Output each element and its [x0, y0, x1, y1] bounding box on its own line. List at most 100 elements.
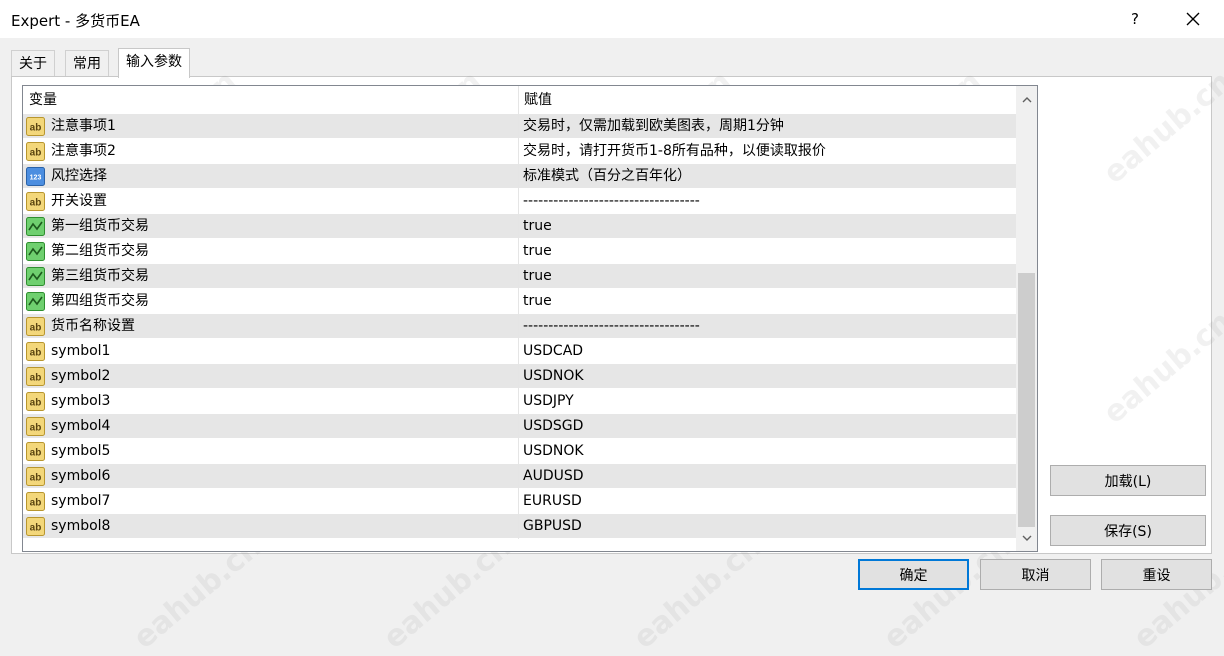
svg-text:ab: ab	[30, 348, 42, 359]
tab-about[interactable]: 关于	[11, 50, 55, 77]
header-value[interactable]: 赋值	[524, 86, 552, 114]
table-row[interactable]: ab symbol4 USDSGD	[23, 414, 1016, 439]
param-name: 第二组货币交易	[51, 243, 149, 259]
svg-text:ab: ab	[30, 398, 42, 409]
param-value[interactable]: USDNOK	[523, 364, 584, 389]
param-name: 第四组货币交易	[51, 293, 149, 309]
param-name: symbol3	[51, 393, 111, 409]
column-divider	[518, 414, 519, 439]
param-value[interactable]: GBPUSD	[523, 514, 582, 539]
svg-text:ab: ab	[30, 423, 42, 434]
ab-string-icon: ab	[26, 142, 45, 161]
param-value[interactable]: USDJPY	[523, 389, 574, 414]
table-row[interactable]: 第二组货币交易 true	[23, 239, 1016, 264]
param-value[interactable]: 交易时，仅需加载到欧美图表，周期1分钟	[523, 114, 784, 139]
table-row[interactable]: ab symbol2 USDNOK	[23, 364, 1016, 389]
help-button[interactable]: ?	[1110, 0, 1160, 38]
param-value[interactable]: -----------------------------------	[523, 314, 700, 339]
tab-inputs[interactable]: 输入参数	[118, 48, 190, 78]
ab-string-icon: ab	[26, 117, 45, 136]
table-row[interactable]: ab symbol1 USDCAD	[23, 339, 1016, 364]
cancel-button[interactable]: 取消	[980, 559, 1091, 590]
save-button[interactable]: 保存(S)	[1050, 515, 1206, 546]
table-row[interactable]: ab symbol5 USDNOK	[23, 439, 1016, 464]
param-name: symbol8	[51, 518, 111, 534]
ab-string-icon: ab	[26, 417, 45, 436]
scroll-thumb[interactable]	[1018, 273, 1035, 527]
param-name: symbol2	[51, 368, 111, 384]
ab-string-icon: ab	[26, 342, 45, 361]
param-name: 注意事项1	[51, 118, 116, 134]
column-divider	[518, 389, 519, 414]
ab-string-icon: ab	[26, 192, 45, 211]
help-icon: ?	[1131, 10, 1139, 28]
param-name: symbol4	[51, 418, 111, 434]
table-row[interactable]: ab symbol3 USDJPY	[23, 389, 1016, 414]
param-value[interactable]: EURUSD	[523, 489, 582, 514]
table-row[interactable]: 第一组货币交易 true	[23, 214, 1016, 239]
header-variable[interactable]: 变量	[29, 86, 57, 114]
param-name: symbol6	[51, 468, 111, 484]
column-divider	[518, 264, 519, 289]
load-button[interactable]: 加载(L)	[1050, 465, 1206, 496]
param-name: 注意事项2	[51, 143, 116, 159]
param-value[interactable]: USDSGD	[523, 414, 583, 439]
param-value[interactable]: -----------------------------------	[523, 189, 700, 214]
svg-text:ab: ab	[30, 198, 42, 209]
svg-text:ab: ab	[30, 498, 42, 509]
param-value[interactable]: true	[523, 214, 552, 239]
svg-text:ab: ab	[30, 148, 42, 159]
grid-header: 变量 赋值	[23, 86, 1016, 115]
svg-text:123: 123	[30, 175, 42, 182]
column-divider	[518, 439, 519, 464]
column-divider	[518, 114, 519, 139]
header-divider[interactable]	[518, 86, 519, 114]
param-value[interactable]: true	[523, 264, 552, 289]
param-value[interactable]: USDNOK	[523, 439, 584, 464]
bool-toggle-icon	[26, 217, 45, 236]
close-button[interactable]	[1165, 0, 1220, 38]
svg-text:ab: ab	[30, 448, 42, 459]
column-divider	[518, 214, 519, 239]
table-row[interactable]: ab 注意事项2 交易时，请打开货币1-8所有品种，以便读取报价	[23, 139, 1016, 164]
param-value[interactable]: AUDUSD	[523, 464, 584, 489]
reset-button[interactable]: 重设	[1101, 559, 1212, 590]
column-divider	[518, 289, 519, 314]
vertical-scrollbar[interactable]	[1016, 86, 1037, 551]
table-row[interactable]: 123 风控选择 标准模式（百分之百年化）	[23, 164, 1016, 189]
bool-toggle-icon	[26, 242, 45, 261]
param-value[interactable]: USDCAD	[523, 339, 583, 364]
param-value[interactable]: true	[523, 289, 552, 314]
param-value[interactable]: true	[523, 239, 552, 264]
param-value[interactable]: 交易时，请打开货币1-8所有品种，以便读取报价	[523, 139, 826, 164]
column-divider	[518, 139, 519, 164]
123-number-icon: 123	[26, 167, 45, 186]
table-row[interactable]: ab 货币名称设置 --------------------------------…	[23, 314, 1016, 339]
ok-button[interactable]: 确定	[858, 559, 969, 590]
input-parameters-grid[interactable]: 变量 赋值 ab 注意事项1 交易时，仅需加载到欧美图表，周期1分钟 ab 注意事项2 交…	[22, 85, 1038, 552]
chevron-down-icon	[1022, 535, 1031, 541]
table-row[interactable]: 第三组货币交易 true	[23, 264, 1016, 289]
table-row[interactable]: ab symbol6 AUDUSD	[23, 464, 1016, 489]
tab-common[interactable]: 常用	[65, 50, 109, 77]
ab-string-icon: ab	[26, 492, 45, 511]
svg-text:ab: ab	[30, 123, 42, 134]
ab-string-icon: ab	[26, 467, 45, 486]
table-row[interactable]: 第四组货币交易 true	[23, 289, 1016, 314]
column-divider	[518, 164, 519, 189]
ab-string-icon: ab	[26, 367, 45, 386]
param-name: 第三组货币交易	[51, 268, 149, 284]
window-title: Expert - 多货币EA	[11, 12, 140, 30]
column-divider	[518, 339, 519, 364]
param-value[interactable]: 标准模式（百分之百年化）	[523, 164, 691, 189]
scroll-up-button[interactable]	[1016, 88, 1037, 110]
scroll-down-button[interactable]	[1016, 527, 1037, 549]
column-divider	[518, 189, 519, 214]
table-row[interactable]: ab symbol8 GBPUSD	[23, 514, 1016, 539]
column-divider	[518, 314, 519, 339]
table-row[interactable]: ab 开关设置 ----------------------------------…	[23, 189, 1016, 214]
param-name: 货币名称设置	[51, 318, 135, 334]
table-row[interactable]: ab symbol7 EURUSD	[23, 489, 1016, 514]
table-row[interactable]: ab 注意事项1 交易时，仅需加载到欧美图表，周期1分钟	[23, 114, 1016, 139]
ab-string-icon: ab	[26, 317, 45, 336]
